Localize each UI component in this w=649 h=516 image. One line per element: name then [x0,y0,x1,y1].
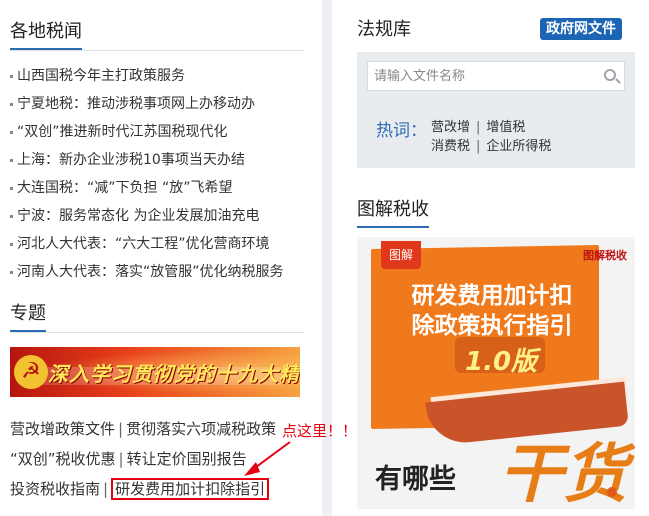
poster-version: 1.0版 [465,347,538,377]
hot-word-separator: | [476,139,481,154]
hot-words-label: 热词： [376,121,427,141]
hot-word-link[interactable]: 增值税 [486,120,525,135]
poster-tag: 图解 [381,241,421,269]
poster-headline-line-1: 研发费用加计扣 [411,283,573,309]
law-library-title: 法规库 [357,19,411,40]
hot-word-separator: | [476,120,481,135]
hot-word-link[interactable]: 企业所得税 [486,139,551,154]
hot-word-link[interactable]: 营改增 [431,120,470,135]
document-search-input[interactable] [368,62,600,90]
poster-question: 有哪些 [375,464,456,495]
poster-logo: 图解税收 [583,249,627,262]
poster-big-text: 干货 [499,438,627,509]
search-icon[interactable] [604,69,616,81]
graphic-tax-title: 图解税收 [357,200,429,228]
poster-headline: 研发费用加计扣 除政策执行指引 [397,281,587,341]
gov-documents-button[interactable]: 政府网文件 [540,18,622,40]
rd-deduction-poster[interactable]: 图解 图解税收 研发费用加计扣 除政策执行指引 1.0版 干货 有哪些 [357,237,635,509]
hot-word-link[interactable]: 消费税 [431,139,470,154]
search-box [367,61,625,91]
hot-words-row-1: 营改增 | 增值税 [431,116,525,135]
law-search-panel: 热词： 营改增 | 增值税 消费税 | 企业所得税 [357,52,635,168]
hot-words-row-2: 消费税 | 企业所得税 [431,135,551,154]
decor-dot [607,487,617,497]
